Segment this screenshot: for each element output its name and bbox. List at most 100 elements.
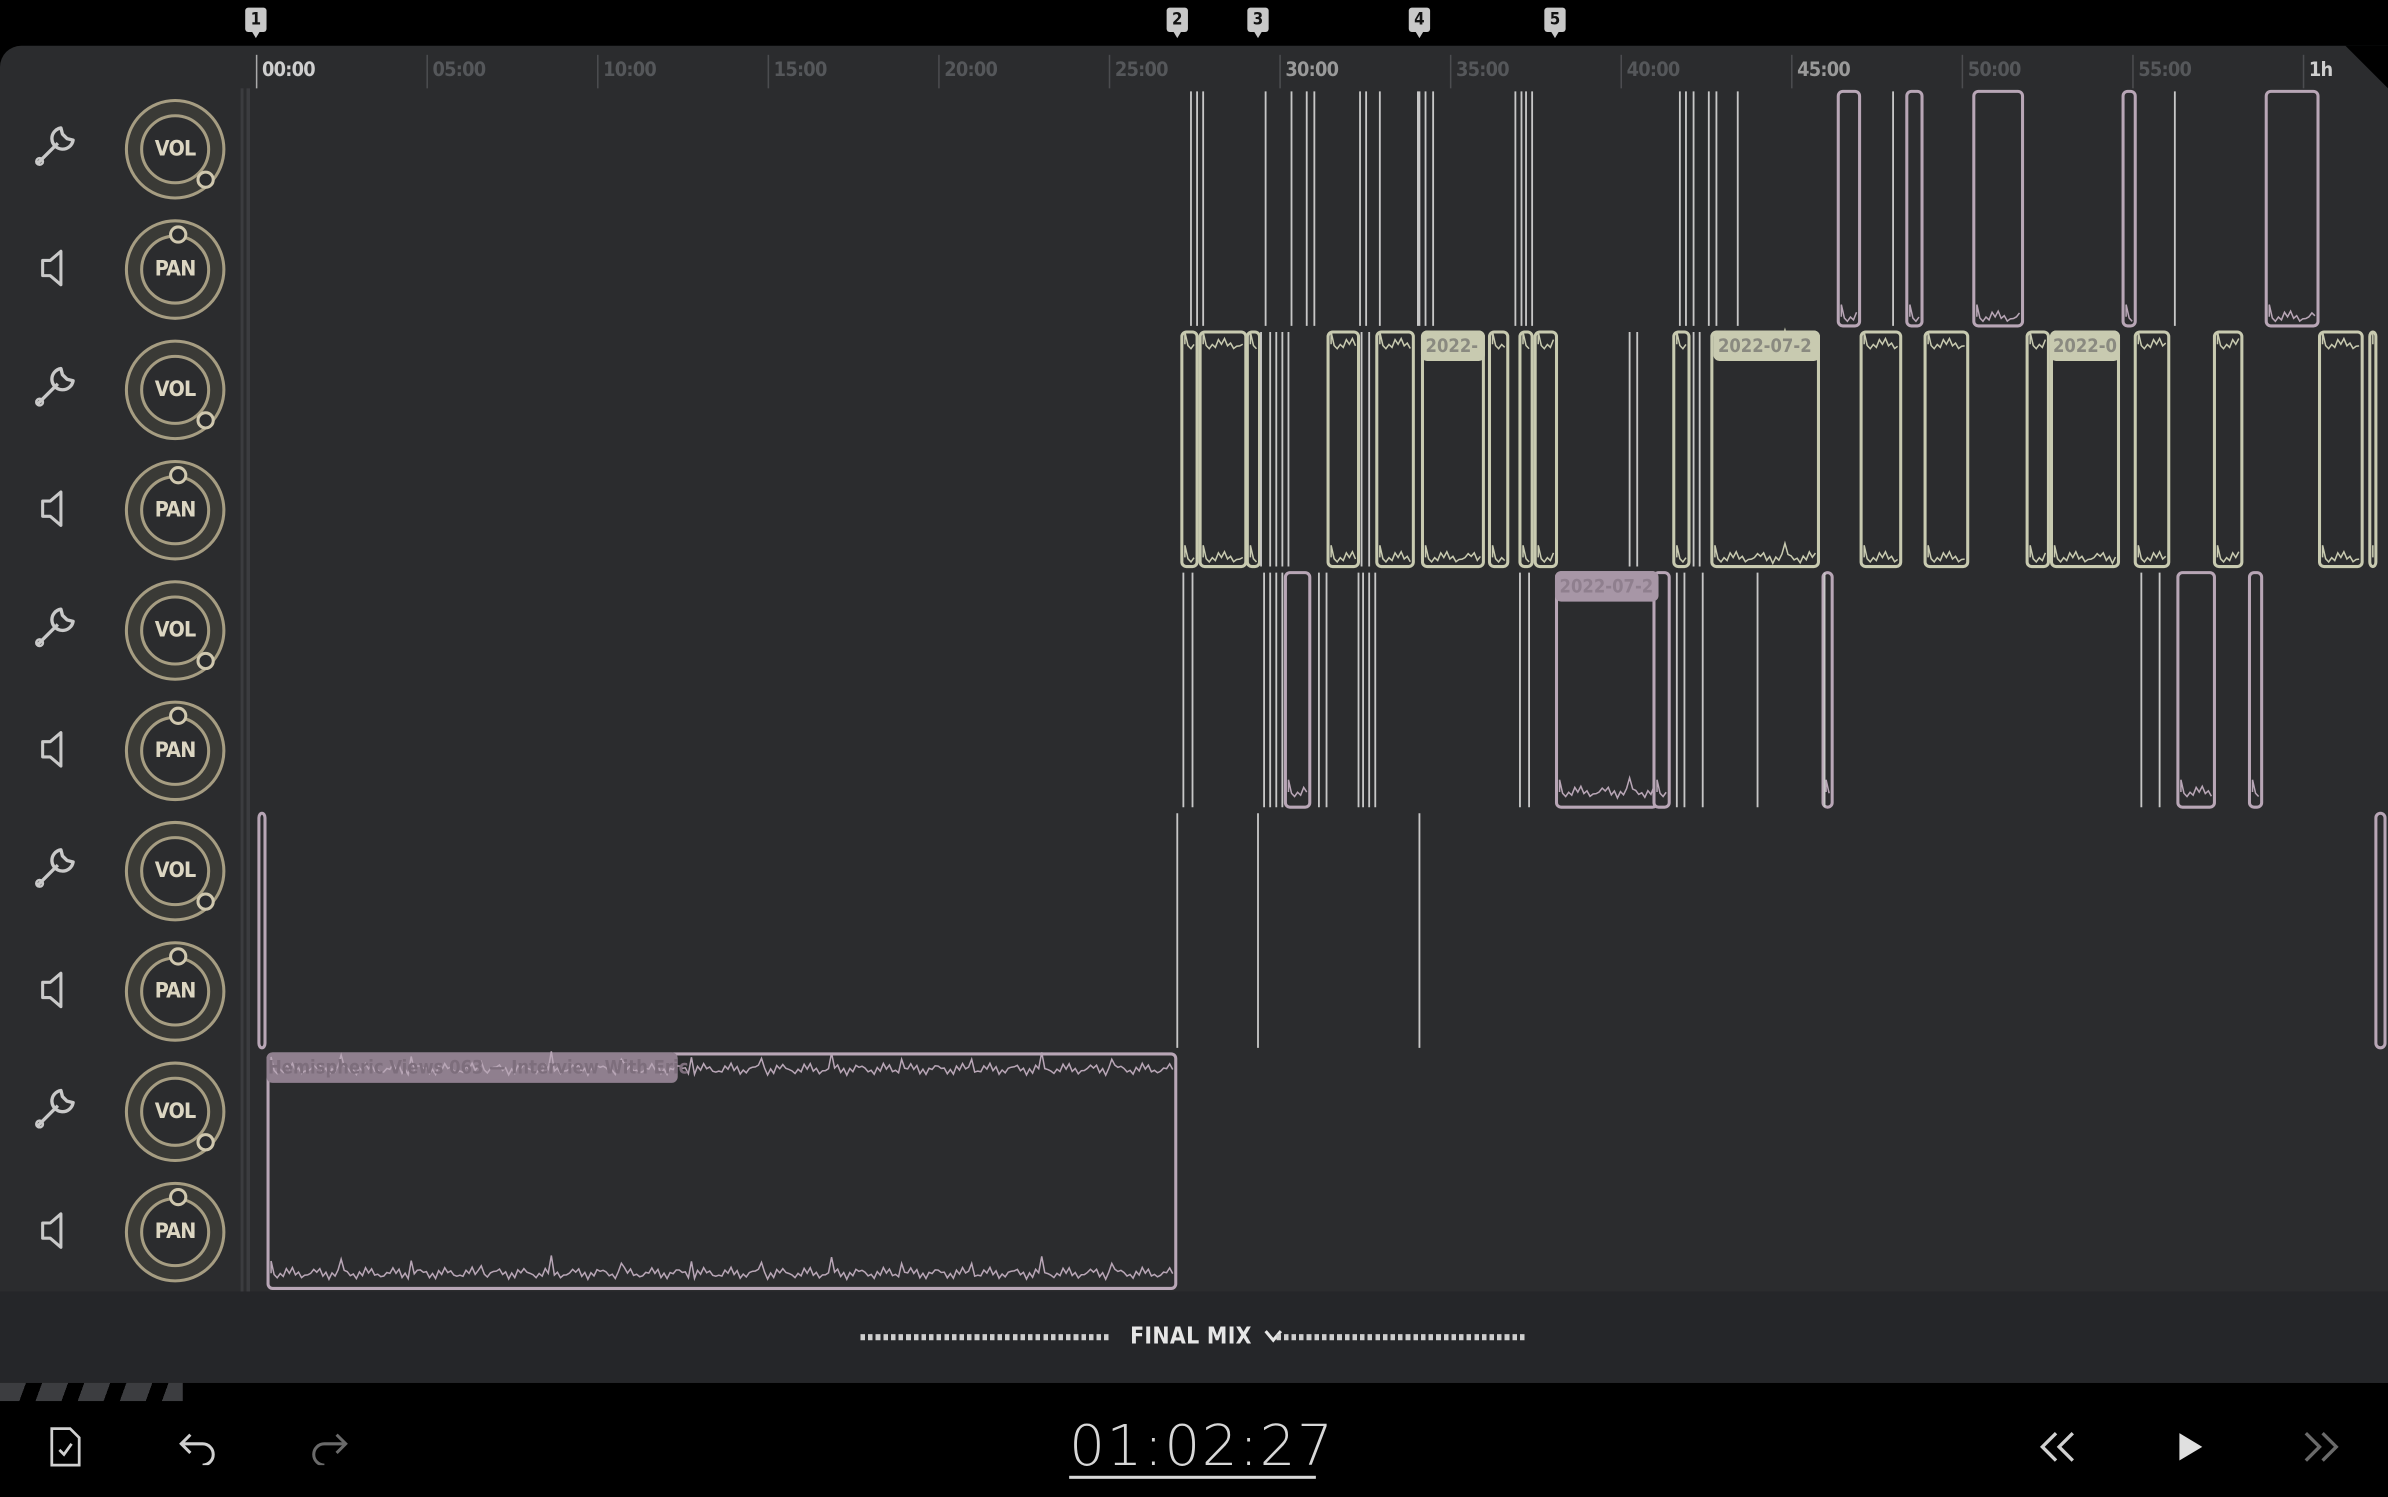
audio-clip[interactable]: [2049, 330, 2121, 569]
audio-clip[interactable]: [2121, 89, 2137, 328]
ruler-tick: 55:00: [2132, 54, 2192, 89]
audio-clip[interactable]: [1859, 330, 1903, 569]
ruler-tick-label: 30:00: [1285, 59, 1339, 83]
audio-clip[interactable]: [257, 811, 267, 1050]
ruler-tick-label: 1h: [2308, 59, 2333, 83]
knob-indicator: [196, 411, 215, 430]
audio-clip[interactable]: [2264, 89, 2320, 328]
track-settings-button[interactable]: [27, 359, 85, 417]
track-mute-button[interactable]: [27, 480, 85, 538]
track-1-pan-row: PAN: [0, 209, 241, 329]
final-mix-selector[interactable]: FINAL MIX: [1130, 1322, 1282, 1349]
audio-clip[interactable]: [1923, 330, 1970, 569]
track-mute-button[interactable]: [27, 961, 85, 1019]
marker-5[interactable]: 5: [1544, 7, 1566, 39]
audio-clip[interactable]: [266, 1052, 1178, 1290]
wrench-icon: [35, 366, 75, 407]
ruler-tick: 05:00: [426, 54, 486, 89]
clip-label: 2022-07-2: [1560, 576, 1654, 597]
pan-knob-label: PAN: [140, 1197, 211, 1268]
track-settings-button[interactable]: [27, 119, 85, 177]
speaker-icon: [41, 490, 63, 527]
track-settings-button[interactable]: [27, 841, 85, 899]
volume-knob[interactable]: VOL: [124, 98, 226, 200]
rewind-button[interactable]: [2036, 1429, 2082, 1475]
marker-label: 2: [1166, 7, 1188, 32]
pan-knob[interactable]: PAN: [124, 700, 226, 802]
audio-clip[interactable]: [1836, 89, 1862, 328]
pan-knob-label: PAN: [140, 234, 211, 305]
pan-knob-label: PAN: [140, 956, 211, 1027]
audio-clip[interactable]: [1905, 89, 1924, 328]
clip-label: 2022-07-2: [1718, 336, 1812, 357]
track-5-pan-row: PAN: [0, 1171, 241, 1291]
audio-clip[interactable]: [1672, 330, 1691, 569]
pan-knob[interactable]: PAN: [124, 459, 226, 561]
speaker-icon: [41, 971, 63, 1009]
track-mute-button[interactable]: [27, 720, 85, 778]
export-button[interactable]: [46, 1426, 92, 1472]
knob-indicator: [169, 466, 188, 485]
undo-icon: [179, 1433, 215, 1467]
track-settings-button[interactable]: [27, 1081, 85, 1139]
volume-knob[interactable]: VOL: [124, 1061, 226, 1163]
ruler-tick-label: 20:00: [944, 59, 998, 83]
audio-clip[interactable]: [1420, 330, 1485, 569]
track-mute-button[interactable]: [27, 1202, 85, 1260]
speaker-icon: [41, 249, 63, 287]
redo-button[interactable]: [308, 1429, 354, 1475]
marker-1[interactable]: 1: [245, 7, 267, 39]
volume-knob[interactable]: VOL: [124, 580, 226, 681]
pan-knob[interactable]: PAN: [124, 941, 226, 1042]
audio-clip[interactable]: [1326, 330, 1361, 569]
track-4-vol-row: VOL: [0, 810, 241, 930]
audio-clip[interactable]: [1487, 330, 1510, 569]
audio-clip[interactable]: [2176, 571, 2216, 809]
marker-2[interactable]: 2: [1166, 7, 1188, 39]
knob-indicator: [196, 892, 215, 911]
audio-clip[interactable]: [2133, 330, 2171, 569]
track-settings-button[interactable]: [27, 600, 85, 658]
play-button[interactable]: [2172, 1429, 2218, 1475]
audio-clip[interactable]: [1710, 330, 1820, 569]
audio-clip[interactable]: [1283, 571, 1312, 809]
audio-clip[interactable]: [2247, 571, 2264, 809]
ruler-tick-label: 05:00: [432, 59, 487, 83]
audio-clip[interactable]: [1518, 330, 1534, 569]
pan-knob[interactable]: PAN: [124, 1181, 226, 1283]
audio-clip[interactable]: [1375, 330, 1415, 569]
wrench-icon: [35, 126, 75, 167]
audio-clip[interactable]: [2212, 330, 2244, 569]
ruler-tick-label: 40:00: [1626, 59, 1681, 83]
audio-clip[interactable]: [2318, 330, 2364, 569]
track-5-vol-row: VOL: [0, 1051, 241, 1171]
undo-button[interactable]: [177, 1429, 223, 1475]
audio-clip[interactable]: [1245, 330, 1262, 569]
audio-clip[interactable]: [2368, 330, 2378, 569]
audio-clip[interactable]: [2374, 811, 2387, 1050]
marker-3[interactable]: 3: [1247, 7, 1269, 39]
track-lanes[interactable]: 2022- 2022-07-2 2022-0 2022-07-2 Hemisph…: [253, 88, 2388, 1291]
audio-clip[interactable]: [1652, 571, 1671, 809]
volume-knob[interactable]: VOL: [124, 820, 226, 922]
timecode-display[interactable]: 01:02:27: [1069, 1413, 1333, 1478]
pan-knob[interactable]: PAN: [124, 219, 226, 320]
audio-clip[interactable]: [2025, 330, 2050, 569]
audio-clip[interactable]: [1554, 571, 1659, 809]
marker-bar: 1 2 3 4 5: [0, 0, 2388, 46]
audio-clip[interactable]: [1198, 330, 1248, 569]
track-gutter: [240, 88, 253, 1292]
marker-4[interactable]: 4: [1408, 7, 1431, 39]
panel-corner: [2345, 45, 2388, 89]
ruler-tick-label: 45:00: [1797, 59, 1851, 83]
audio-clip[interactable]: [1533, 330, 1559, 569]
ruler-tick: 15:00: [767, 54, 827, 89]
timeline-ruler[interactable]: 00:00 05:00 10:00 15:00 20:00 25:00 30:0…: [244, 46, 2346, 89]
audio-clip[interactable]: [1180, 330, 1199, 569]
audio-clip[interactable]: [1972, 89, 2025, 328]
volume-knob[interactable]: VOL: [124, 339, 226, 441]
lanes-canvas[interactable]: 2022- 2022-07-2 2022-0 2022-07-2 Hemisph…: [253, 88, 2388, 1291]
fast-forward-button[interactable]: [2300, 1429, 2346, 1475]
track-mute-button[interactable]: [27, 239, 85, 297]
ruler-tick-label: 55:00: [2138, 59, 2192, 83]
